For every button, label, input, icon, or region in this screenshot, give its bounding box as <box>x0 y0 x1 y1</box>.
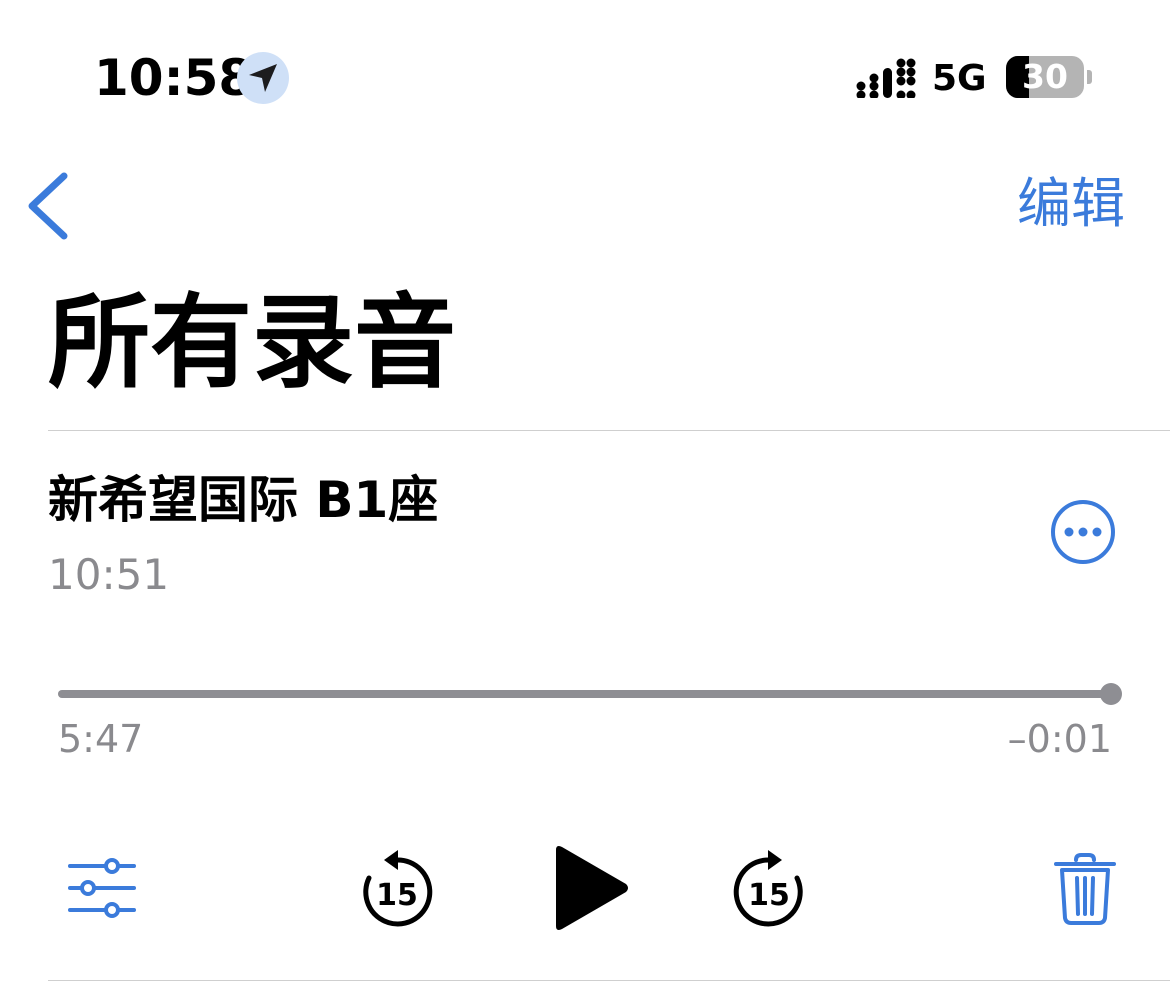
network-type-label: 5G <box>932 58 987 99</box>
trash-icon <box>1054 853 1116 925</box>
scrubber-handle[interactable] <box>1099 683 1122 705</box>
play-icon <box>556 846 628 930</box>
recording-time: 10:51 <box>48 550 170 599</box>
status-time: 10:58 <box>94 49 254 107</box>
playback-scrubber[interactable] <box>58 683 1122 705</box>
more-button[interactable] <box>1050 499 1116 565</box>
battery-icon: 30 <box>1006 56 1092 100</box>
back-button[interactable] <box>22 168 82 248</box>
divider <box>48 980 1170 981</box>
chevron-left-icon <box>28 172 68 240</box>
options-button[interactable] <box>66 856 140 920</box>
edit-button[interactable]: 编辑 <box>1000 172 1125 236</box>
delete-button[interactable] <box>1052 852 1118 926</box>
play-button[interactable] <box>548 842 632 934</box>
page-title: 所有录音 <box>48 284 456 403</box>
scrubber-progress <box>58 690 1111 698</box>
remaining-time: –0:01 <box>1007 717 1112 761</box>
skip-forward-seconds: 15 <box>748 878 790 913</box>
signal-strength-icon <box>856 58 916 98</box>
sliders-icon <box>68 858 136 918</box>
skip-back-button[interactable]: 15 <box>358 848 436 928</box>
ellipsis-circle-icon <box>1051 500 1115 564</box>
divider <box>48 430 1170 431</box>
battery-percent: 30 <box>1022 57 1068 96</box>
location-arrow-icon <box>237 52 289 104</box>
elapsed-time: 5:47 <box>58 717 144 761</box>
skip-forward-button[interactable]: 15 <box>730 848 808 928</box>
recording-title[interactable]: 新希望国际 B1座 <box>48 470 438 530</box>
skip-back-seconds: 15 <box>376 878 418 913</box>
